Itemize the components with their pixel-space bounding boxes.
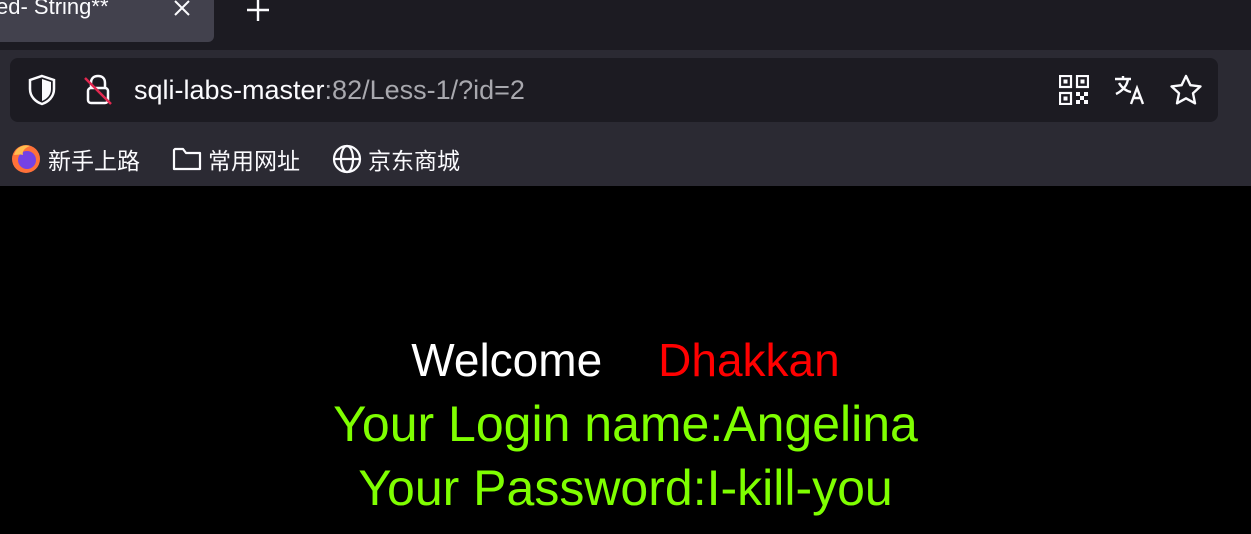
qr-code-icon[interactable] — [1056, 72, 1092, 108]
page-content: Welcome Dhakkan Your Login name:Angelina … — [0, 186, 1251, 534]
welcome-name: Dhakkan — [658, 334, 840, 386]
globe-icon — [332, 144, 362, 174]
firefox-icon — [12, 145, 40, 173]
login-name-line: Your Login name:Angelina — [333, 396, 918, 452]
translate-icon[interactable] — [1112, 72, 1148, 108]
close-tab-icon[interactable] — [170, 0, 194, 20]
insecure-lock-icon[interactable] — [80, 72, 116, 108]
tab-strip: ed- String** — [0, 0, 1251, 50]
folder-icon — [172, 147, 202, 171]
browser-chrome: ed- String** sqli-labs-master:82/Less-1/… — [0, 0, 1251, 186]
bookmark-label: 常用网址 — [208, 149, 300, 175]
address-bar[interactable]: sqli-labs-master:82/Less-1/?id=2 — [10, 58, 1218, 122]
bookmark-label: 新手上路 — [48, 149, 140, 175]
bookmark-label: 京东商城 — [368, 149, 460, 175]
bookmark-jd-mall[interactable]: 京东商城 — [332, 142, 460, 176]
bookmark-getting-started[interactable]: 新手上路 — [10, 142, 140, 176]
new-tab-icon[interactable] — [244, 0, 272, 24]
welcome-line: Welcome Dhakkan — [0, 332, 1251, 388]
bookmarks-toolbar: 新手上路 常用网址 京东商城 — [0, 136, 1251, 182]
bookmark-star-icon[interactable] — [1168, 72, 1204, 108]
url-host: sqli-labs-master — [134, 75, 325, 105]
welcome-text: Welcome — [411, 334, 603, 386]
active-tab[interactable]: ed- String** — [0, 0, 214, 42]
tracking-protection-shield-icon[interactable] — [24, 72, 60, 108]
bookmark-folder-common-sites[interactable]: 常用网址 — [172, 142, 300, 176]
url-path: :82/Less-1/?id=2 — [324, 75, 525, 105]
password-line: Your Password:I-kill-you — [358, 460, 893, 516]
tab-title: ed- String** — [0, 0, 109, 19]
url-text[interactable]: sqli-labs-master:82/Less-1/?id=2 — [134, 73, 525, 107]
